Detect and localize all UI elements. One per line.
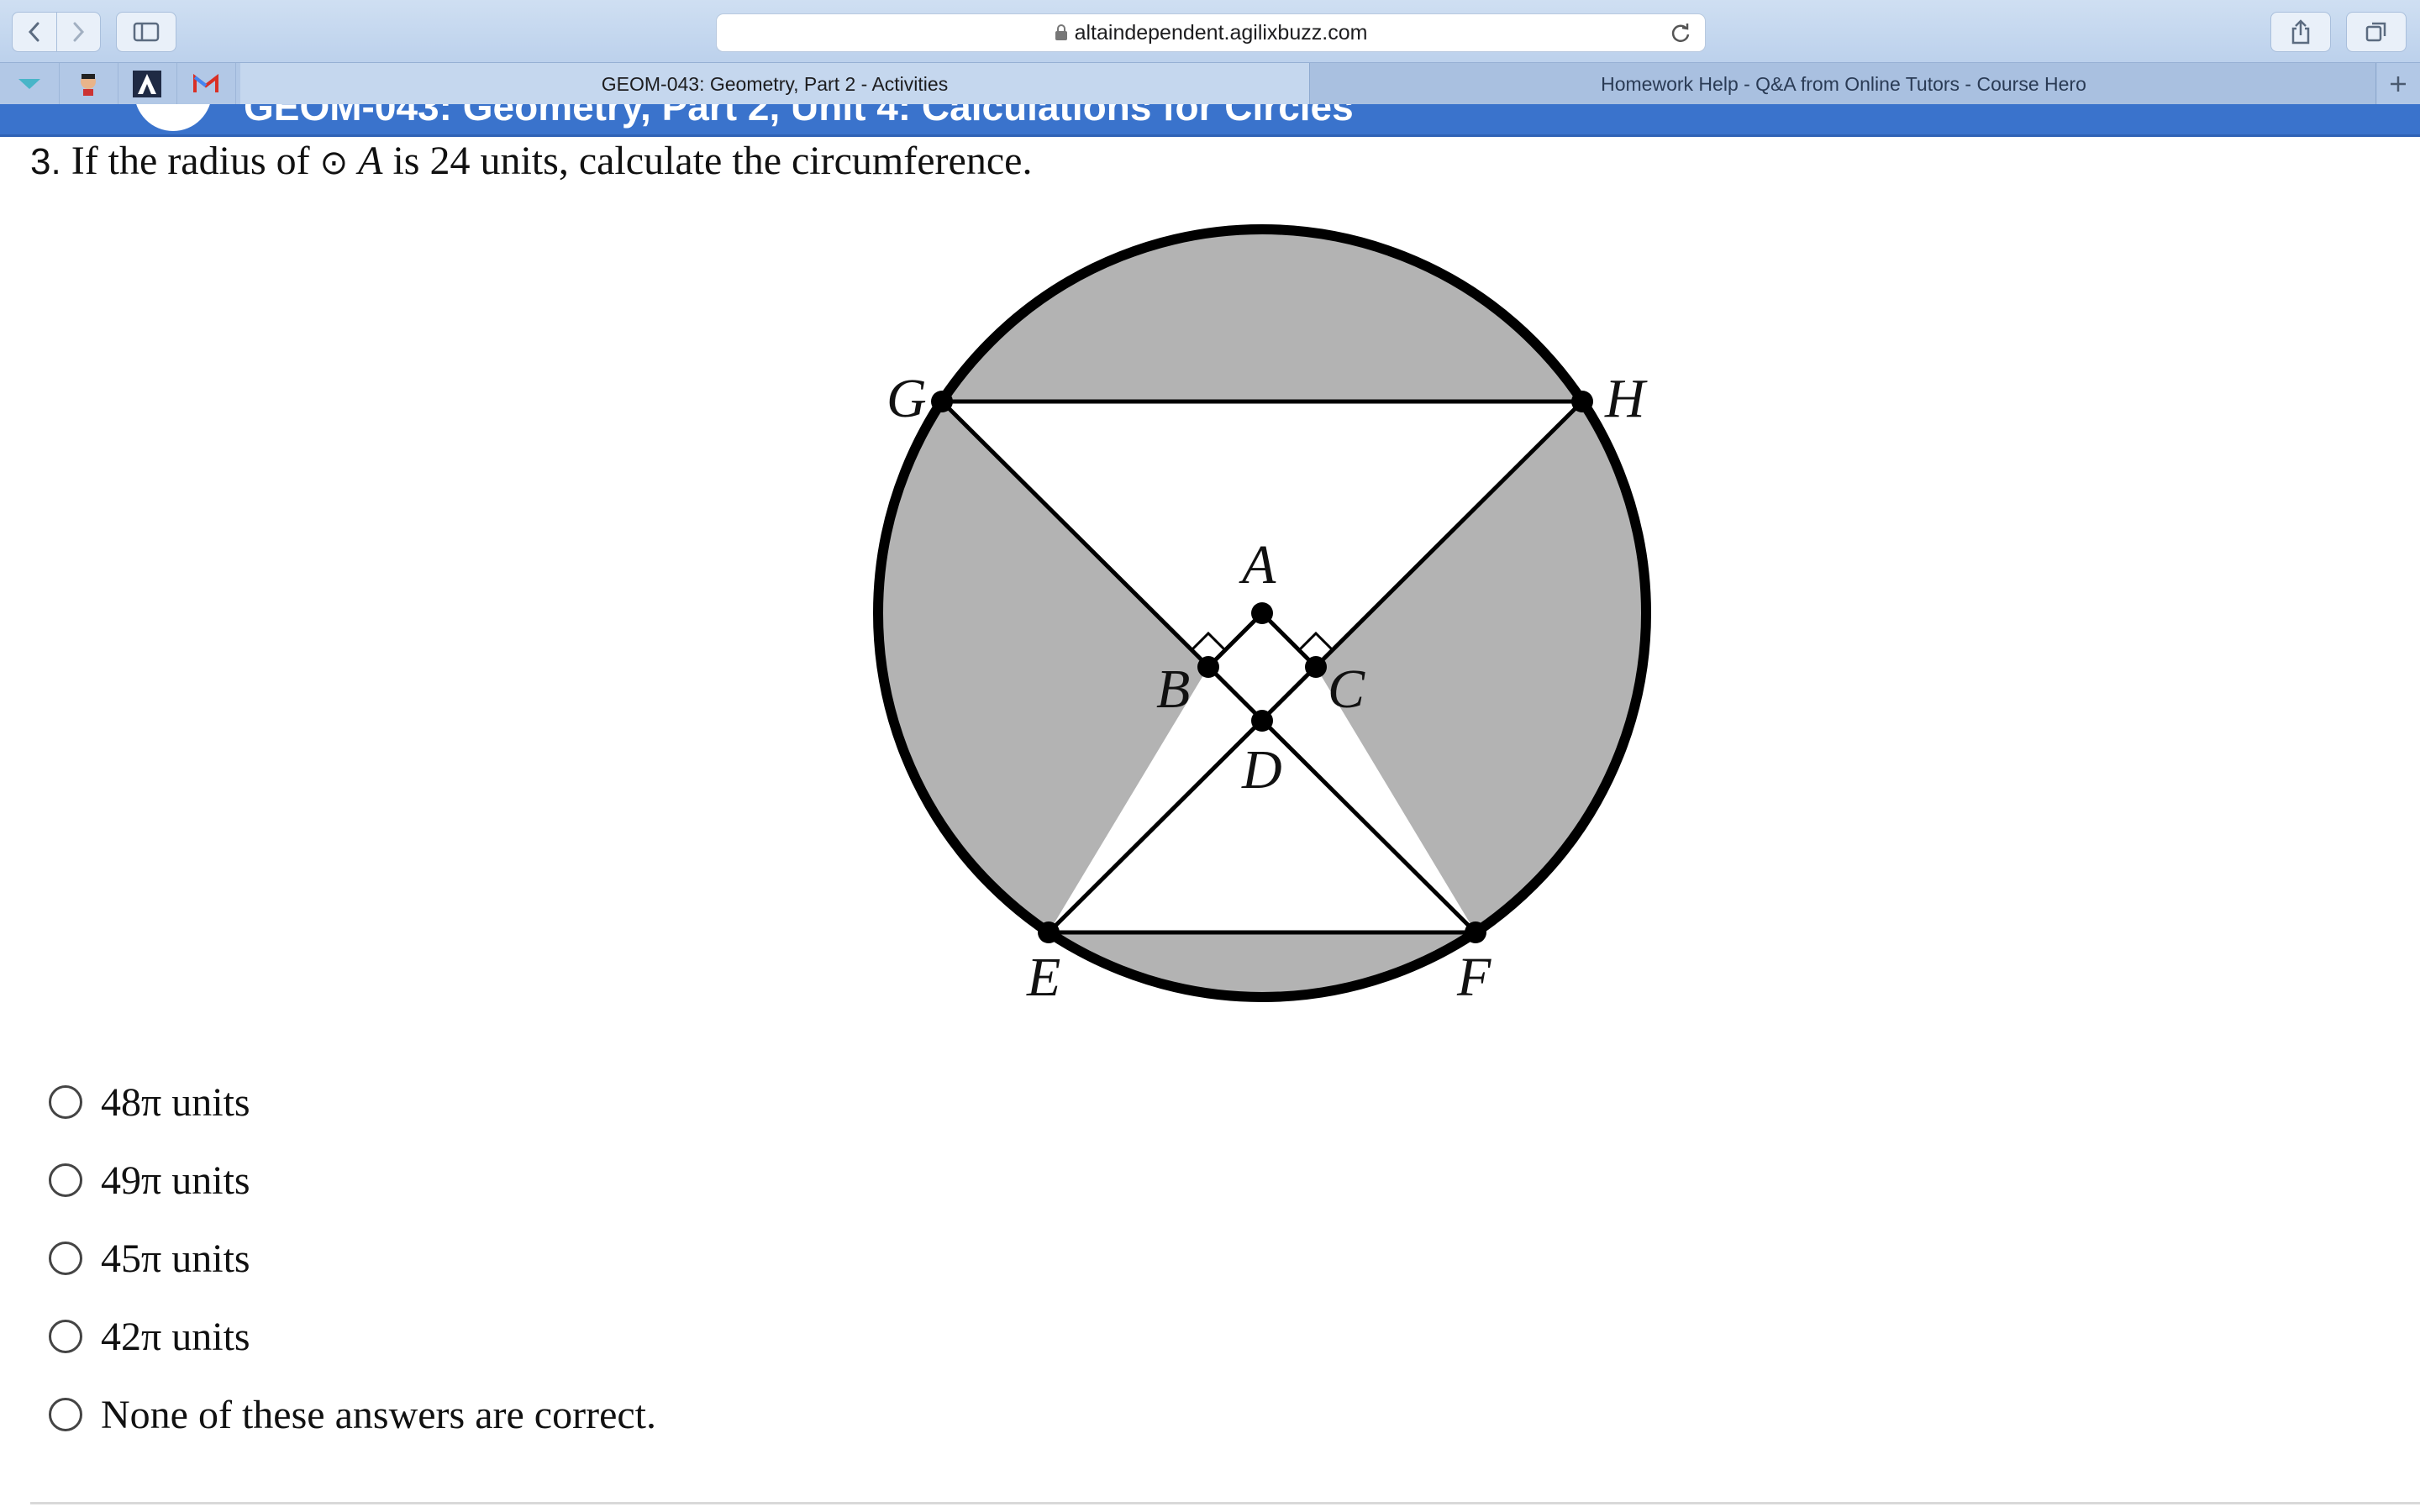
tabs-icon [2365, 22, 2386, 42]
plus-icon [2391, 76, 2406, 92]
pinned-tab-1-icon [18, 79, 40, 89]
point-d [1251, 710, 1273, 732]
answer-label: 48π units [101, 1079, 250, 1125]
divider [30, 1502, 2420, 1504]
radio-button[interactable] [49, 1242, 82, 1275]
radio-button[interactable] [49, 1163, 82, 1197]
answer-label: None of these answers are correct. [101, 1392, 657, 1437]
share-button[interactable] [2270, 12, 2331, 52]
answer-option-3[interactable]: 45π units [49, 1233, 889, 1284]
label-g: G [886, 368, 927, 429]
radio-button[interactable] [49, 1398, 82, 1431]
question-variable: A [358, 139, 383, 183]
answer-label: 45π units [101, 1236, 250, 1281]
reload-icon[interactable] [1670, 22, 1691, 44]
course-header: GEOM-043: Geometry, Part 2, Unit 4: Calc… [0, 104, 2420, 137]
tab-title: GEOM-043: Geometry, Part 2 - Activities [601, 72, 949, 95]
lock-icon [1055, 24, 1067, 40]
pinned-tab-3[interactable] [118, 63, 177, 105]
answer-option-4[interactable]: 42π units [49, 1311, 889, 1362]
answer-option-2[interactable]: 49π units [49, 1155, 889, 1205]
point-c [1305, 656, 1327, 678]
label-e: E [1026, 947, 1060, 1008]
point-h [1571, 391, 1593, 412]
question-number: 3. [30, 141, 61, 182]
region-right [1316, 402, 1646, 932]
chevron-left-icon [28, 22, 39, 42]
sidebar-icon [133, 22, 160, 42]
radio-button[interactable] [49, 1320, 82, 1353]
point-g [931, 391, 953, 412]
pinned-tab-3-icon [133, 71, 161, 97]
answer-label: 49π units [101, 1158, 250, 1203]
point-a [1251, 602, 1273, 624]
question-text-before: If the radius of [71, 139, 310, 183]
point-e [1038, 921, 1060, 943]
pinned-tab-2[interactable] [59, 63, 118, 105]
label-d: D [1241, 739, 1282, 801]
back-button[interactable] [13, 13, 56, 51]
point-f [1465, 921, 1486, 943]
browser-toolbar: altaindependent.agilixbuzz.com [0, 0, 2420, 62]
url-text: altaindependent.agilixbuzz.com [1074, 20, 1368, 45]
tab-title: Homework Help - Q&A from Online Tutors -… [1601, 72, 2086, 95]
nav-buttons [12, 12, 101, 52]
new-tab-button[interactable] [2375, 63, 2420, 105]
pinned-tab-1[interactable] [0, 63, 60, 105]
radio-button[interactable] [49, 1085, 82, 1119]
share-icon [2291, 19, 2310, 45]
tab-bar: GEOM-043: Geometry, Part 2 - Activities … [0, 62, 2420, 105]
address-bar[interactable]: altaindependent.agilixbuzz.com [716, 13, 1706, 52]
label-b: B [1156, 659, 1190, 720]
circle-symbol: ⊙ [319, 144, 349, 181]
gmail-icon [193, 74, 218, 92]
circle-diagram: A B C D E F G H [873, 224, 1651, 1008]
answer-option-1[interactable]: 48π units [49, 1077, 889, 1127]
pinned-tab-2-icon [81, 74, 96, 96]
answer-label: 42π units [101, 1314, 250, 1359]
label-h: H [1604, 368, 1648, 429]
label-a: A [1239, 534, 1276, 596]
course-logo [134, 104, 212, 131]
label-f: F [1456, 947, 1491, 1008]
question-prompt: 3. If the radius of ⊙ A is 24 units, cal… [30, 138, 1032, 184]
segment-top [942, 229, 1582, 402]
tabs-overview-button[interactable] [2346, 12, 2407, 52]
label-c: C [1328, 659, 1365, 720]
course-title: GEOM-043: Geometry, Part 2, Unit 4: Calc… [244, 104, 1354, 129]
chevron-right-icon [73, 22, 85, 42]
point-b [1197, 656, 1219, 678]
answer-option-5[interactable]: None of these answers are correct. [49, 1389, 889, 1440]
tab-course-hero[interactable]: Homework Help - Q&A from Online Tutors -… [1309, 63, 2377, 105]
sidebar-button[interactable] [116, 12, 176, 52]
pinned-tab-4[interactable] [176, 63, 236, 105]
question-text-after: is 24 units, calculate the circumference… [392, 139, 1033, 183]
tab-geometry-activities[interactable]: GEOM-043: Geometry, Part 2 - Activities [240, 63, 1309, 105]
forward-button[interactable] [55, 13, 101, 51]
